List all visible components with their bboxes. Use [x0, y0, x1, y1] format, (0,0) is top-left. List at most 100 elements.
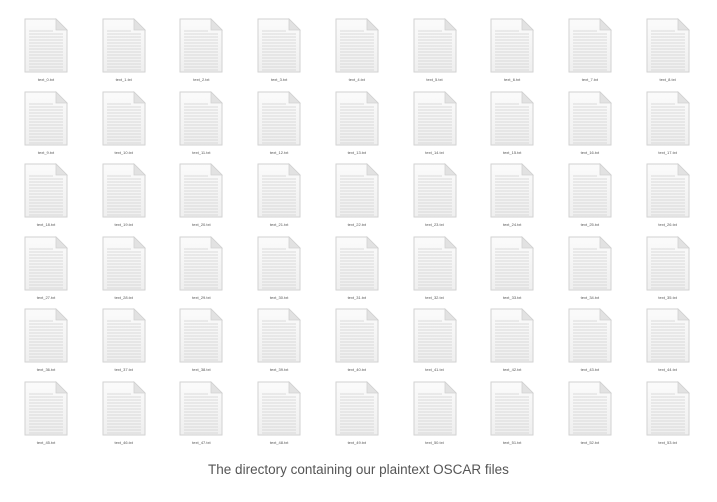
file-item[interactable]: text_48.txt [249, 380, 309, 455]
file-item[interactable]: text_9.txt [16, 90, 76, 165]
file-grid: text_0.txt text_1.txt text_2.txt text_3.… [0, 0, 717, 460]
file-item[interactable]: text_26.txt [638, 163, 698, 237]
file-item[interactable]: text_19.txt [94, 163, 154, 237]
file-name-label: text_34.txt [580, 294, 600, 300]
file-item[interactable]: text_45.txt [16, 380, 76, 455]
file-name-label: text_7.txt [581, 77, 598, 82]
text-document-icon [568, 90, 612, 145]
text-document-icon [102, 90, 146, 145]
file-item[interactable]: text_20.txt [171, 163, 231, 237]
file-item[interactable]: text_35.txt [638, 235, 698, 310]
file-item[interactable]: text_41.txt [405, 308, 465, 382]
file-item[interactable]: text_42.txt [482, 308, 542, 382]
file-item[interactable]: text_34.txt [560, 235, 620, 310]
text-document-icon [646, 308, 690, 363]
file-item[interactable]: text_49.txt [327, 380, 387, 455]
file-item[interactable]: text_31.txt [327, 235, 387, 310]
file-name-label: text_15.txt [502, 149, 522, 155]
file-name-label: text_45.txt [36, 439, 56, 445]
file-item[interactable]: text_12.txt [249, 90, 309, 165]
file-item[interactable]: text_24.txt [482, 163, 542, 237]
file-item[interactable]: text_39.txt [249, 308, 309, 382]
file-item[interactable]: text_38.txt [171, 308, 231, 382]
text-document-icon [102, 308, 146, 363]
file-item[interactable]: text_17.txt [638, 90, 698, 165]
file-item[interactable]: text_37.txt [94, 308, 154, 382]
file-item[interactable]: text_6.txt [482, 18, 542, 92]
file-name-label: text_25.txt [580, 222, 600, 227]
text-document-icon [257, 308, 302, 363]
text-document-icon [24, 380, 68, 435]
file-item[interactable]: text_16.txt [560, 90, 620, 165]
file-item[interactable]: text_47.txt [171, 380, 231, 455]
file-item[interactable]: text_46.txt [94, 380, 154, 455]
file-name-label: text_20.txt [192, 222, 211, 227]
text-document-icon [24, 235, 68, 290]
file-item[interactable]: text_13.txt [327, 90, 387, 165]
file-name-label: text_49.txt [347, 439, 367, 445]
file-name-label: text_29.txt [192, 294, 211, 300]
file-item[interactable]: text_51.txt [482, 380, 542, 455]
file-item[interactable]: text_28.txt [94, 235, 154, 310]
file-item[interactable]: text_30.txt [249, 235, 309, 310]
text-document-icon [646, 163, 690, 218]
file-name-label: text_24.txt [502, 222, 522, 227]
file-item[interactable]: text_50.txt [405, 380, 465, 455]
file-name-label: text_18.txt [36, 222, 56, 227]
file-item[interactable]: text_32.txt [405, 235, 465, 310]
file-item[interactable]: text_29.txt [171, 235, 231, 310]
text-document-icon [490, 18, 535, 73]
file-name-label: text_2.txt [193, 77, 210, 82]
file-name-label: text_6.txt [504, 77, 521, 82]
file-item[interactable]: text_15.txt [482, 90, 542, 165]
file-item[interactable]: text_0.txt [16, 18, 76, 92]
file-item[interactable]: text_2.txt [171, 18, 231, 92]
file-name-label: text_28.txt [114, 294, 133, 300]
file-name-label: text_39.txt [269, 367, 289, 372]
file-item[interactable]: text_25.txt [560, 163, 620, 237]
file-name-label: text_36.txt [36, 367, 56, 372]
text-document-icon [257, 163, 302, 218]
file-item[interactable]: text_18.txt [16, 163, 76, 237]
file-name-label: text_16.txt [580, 149, 600, 155]
file-item[interactable]: text_10.txt [94, 90, 154, 165]
text-document-icon [257, 90, 302, 145]
file-name-label: text_33.txt [502, 294, 522, 300]
text-document-icon [335, 18, 379, 73]
text-document-icon [24, 18, 68, 73]
text-document-icon [490, 308, 535, 363]
file-name-label: text_8.txt [659, 77, 676, 82]
file-item[interactable]: text_4.txt [327, 18, 387, 92]
file-name-label: text_41.txt [425, 367, 444, 372]
file-name-label: text_4.txt [348, 77, 365, 82]
file-item[interactable]: text_27.txt [16, 235, 76, 310]
file-item[interactable]: text_40.txt [327, 308, 387, 382]
file-item[interactable]: text_11.txt [171, 90, 231, 165]
text-document-icon [568, 163, 612, 218]
file-item[interactable]: text_14.txt [405, 90, 465, 165]
text-document-icon [646, 380, 690, 435]
figure-caption: The directory containing our plaintext O… [208, 462, 509, 477]
file-name-label: text_38.txt [192, 367, 211, 372]
file-item[interactable]: text_53.txt [638, 380, 698, 455]
file-item[interactable]: text_33.txt [482, 235, 542, 310]
file-item[interactable]: text_23.txt [405, 163, 465, 237]
text-document-icon [646, 235, 690, 290]
file-item[interactable]: text_22.txt [327, 163, 387, 237]
file-name-label: text_17.txt [658, 149, 677, 155]
file-item[interactable]: text_8.txt [638, 18, 698, 92]
file-item[interactable]: text_52.txt [560, 380, 620, 455]
text-document-icon [257, 380, 302, 435]
text-document-icon [335, 308, 379, 363]
file-item[interactable]: text_1.txt [94, 18, 154, 92]
text-document-icon [257, 18, 302, 73]
text-document-icon [335, 235, 379, 290]
file-item[interactable]: text_7.txt [560, 18, 620, 92]
file-item[interactable]: text_44.txt [638, 308, 698, 382]
text-document-icon [413, 308, 457, 363]
file-item[interactable]: text_36.txt [16, 308, 76, 382]
file-item[interactable]: text_21.txt [249, 163, 309, 237]
file-item[interactable]: text_43.txt [560, 308, 620, 382]
file-item[interactable]: text_5.txt [405, 18, 465, 92]
file-item[interactable]: text_3.txt [249, 18, 309, 92]
